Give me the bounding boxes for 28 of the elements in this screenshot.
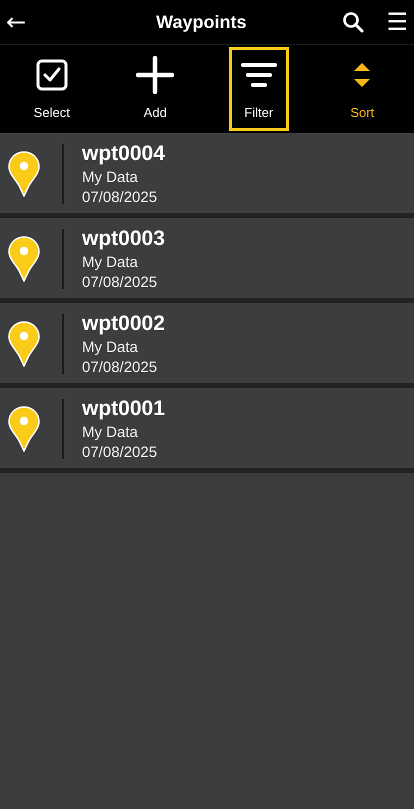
waypoint-date: 07/08/2025 [82,274,158,291]
filter-icon [240,62,277,88]
waypoint-name: wpt0001 [82,397,165,421]
page-title: Waypoints [155,12,248,32]
add-button[interactable]: Add [125,47,186,131]
select-button[interactable]: Select [22,47,82,131]
menu-button[interactable]: ☰ [386,10,408,34]
map-pin-icon [8,321,40,367]
waypoint-source: My Data [82,169,139,186]
back-button[interactable]: ← [6,10,26,34]
waypoint-name: wpt0004 [82,142,165,166]
waypoint-source: My Data [82,424,139,441]
checkbox-icon [36,59,68,91]
waypoint-source: My Data [82,339,139,356]
map-pin-icon [8,236,40,282]
plus-icon [136,56,174,94]
filter-button[interactable]: Filter [228,47,289,131]
sort-button[interactable]: Sort [332,47,392,131]
waypoint-date: 07/08/2025 [82,444,158,461]
map-pin-icon [8,406,40,452]
waypoint-name: wpt0002 [82,312,165,336]
map-pin-icon [8,151,40,197]
sort-icon [353,62,372,88]
search-icon[interactable] [342,11,364,33]
waypoint-name: wpt0003 [82,227,165,251]
waypoint-source: My Data [82,254,139,271]
waypoint-date: 07/08/2025 [82,189,158,206]
waypoint-date: 07/08/2025 [82,359,158,376]
